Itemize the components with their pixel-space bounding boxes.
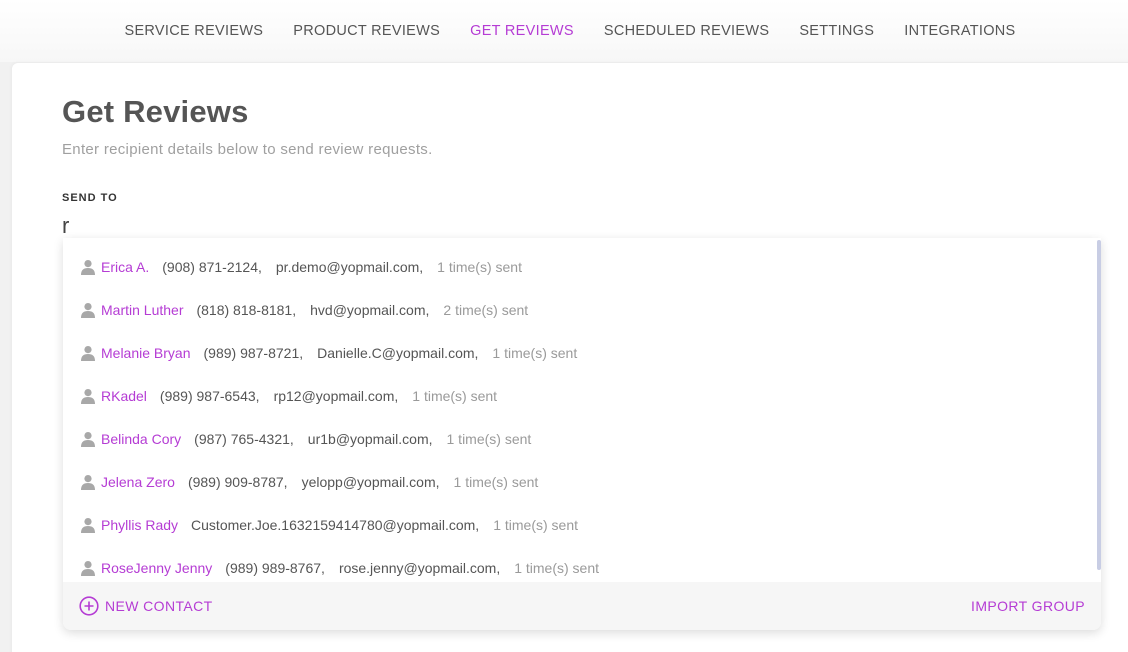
contact-sent-count: 1 time(s) sent <box>453 473 539 490</box>
top-navigation: SERVICE REVIEWS PRODUCT REVIEWS GET REVI… <box>0 0 1128 62</box>
send-to-input[interactable] <box>62 212 1062 240</box>
nav-integrations[interactable]: INTEGRATIONS <box>904 23 1015 39</box>
contact-sent-count: 1 time(s) sent <box>492 344 578 361</box>
contact-email: rp12@yopmail.com, <box>273 387 399 404</box>
new-contact-button[interactable]: NEW CONTACT <box>79 596 213 616</box>
contact-name: RKadel <box>101 387 147 404</box>
contact-name: Phyllis Rady <box>101 516 179 533</box>
person-icon <box>80 345 96 361</box>
contact-name: Erica A. <box>101 258 150 275</box>
recipient-suggestions-dropdown: Erica A. (908) 871-2124, pr.demo@yopmail.c… <box>63 238 1101 630</box>
suggestion-row[interactable]: RKadel (989) 987-6543, rp12@yopmail.com, 1 … <box>63 374 1093 417</box>
contact-sent-count: 1 time(s) sent <box>446 430 532 447</box>
contact-email: yelopp@yopmail.com, <box>301 473 440 490</box>
person-icon <box>80 259 96 275</box>
contact-phone: (818) 818-8181, <box>196 301 297 318</box>
suggestion-row[interactable]: Melanie Bryan (989) 987-8721, Danielle.C@y… <box>63 331 1093 374</box>
person-icon <box>80 302 96 318</box>
contact-name: Martin Luther <box>101 301 184 318</box>
contact-sent-count: 1 time(s) sent <box>493 516 579 533</box>
person-icon <box>80 560 96 576</box>
nav-scheduled-reviews[interactable]: SCHEDULED REVIEWS <box>604 23 769 39</box>
import-group-button[interactable]: IMPORT GROUP <box>971 598 1085 614</box>
suggestion-row[interactable]: Erica A. (908) 871-2124, pr.demo@yopmail.c… <box>63 245 1093 288</box>
contact-name: Melanie Bryan <box>101 344 191 361</box>
contact-sent-count: 1 time(s) sent <box>412 387 498 404</box>
contact-email: Danielle.C@yopmail.com, <box>317 344 479 361</box>
new-contact-label: NEW CONTACT <box>105 598 213 614</box>
dropdown-scrollbar[interactable] <box>1097 240 1101 570</box>
contact-phone: (989) 989-8767, <box>225 559 325 576</box>
dropdown-footer: NEW CONTACT IMPORT GROUP <box>63 582 1101 630</box>
nav-get-reviews[interactable]: GET REVIEWS <box>470 23 574 39</box>
contact-email: Customer.Joe.1632159414780@yopmail.com, <box>191 516 480 533</box>
person-icon <box>80 431 96 447</box>
page-subtitle: Enter recipient details below to send re… <box>62 141 433 158</box>
contact-phone: (989) 987-8721, <box>203 344 304 361</box>
contact-phone: (987) 765-4321, <box>194 430 294 447</box>
suggestion-row[interactable]: Belinda Cory (987) 765-4321, ur1b@yopmail.… <box>63 417 1093 460</box>
person-icon <box>80 474 96 490</box>
suggestion-row[interactable]: RoseJenny Jenny (989) 989-8767, rose.jenny… <box>63 546 1093 582</box>
plus-circle-icon <box>79 596 99 616</box>
suggestions-list[interactable]: Erica A. (908) 871-2124, pr.demo@yopmail.c… <box>63 238 1101 582</box>
contact-name: Belinda Cory <box>101 430 182 447</box>
contact-phone: (989) 909-8787, <box>187 473 288 490</box>
contact-email: ur1b@yopmail.com, <box>307 430 433 447</box>
contact-phone: (989) 987-6543, <box>159 387 260 404</box>
suggestion-row[interactable]: Phyllis Rady Customer.Joe.1632159414780@y… <box>63 503 1093 546</box>
suggestion-row[interactable]: Martin Luther (818) 818-8181, hvd@yopmail.… <box>63 288 1093 331</box>
suggestion-row[interactable]: Jelena Zero (989) 909-8787, yelopp@yopmail… <box>63 460 1093 503</box>
contact-email: pr.demo@yopmail.com, <box>275 258 424 275</box>
person-icon <box>80 388 96 404</box>
contact-sent-count: 1 time(s) sent <box>437 258 522 275</box>
contact-email: hvd@yopmail.com, <box>310 301 430 318</box>
nav-service-reviews[interactable]: SERVICE REVIEWS <box>124 23 263 39</box>
contact-name: RoseJenny Jenny <box>101 559 213 576</box>
contact-name: Jelena Zero <box>101 473 175 490</box>
contact-sent-count: 2 time(s) sent <box>443 301 529 318</box>
contact-phone: (908) 871-2124, <box>162 258 262 275</box>
nav-settings[interactable]: SETTINGS <box>799 23 874 39</box>
nav-product-reviews[interactable]: PRODUCT REVIEWS <box>293 23 440 39</box>
send-to-label: SEND TO <box>62 192 118 204</box>
contact-email: rose.jenny@yopmail.com, <box>338 559 501 576</box>
contact-sent-count: 1 time(s) sent <box>514 559 600 576</box>
page-title: Get Reviews <box>62 94 249 129</box>
person-icon <box>80 517 96 533</box>
